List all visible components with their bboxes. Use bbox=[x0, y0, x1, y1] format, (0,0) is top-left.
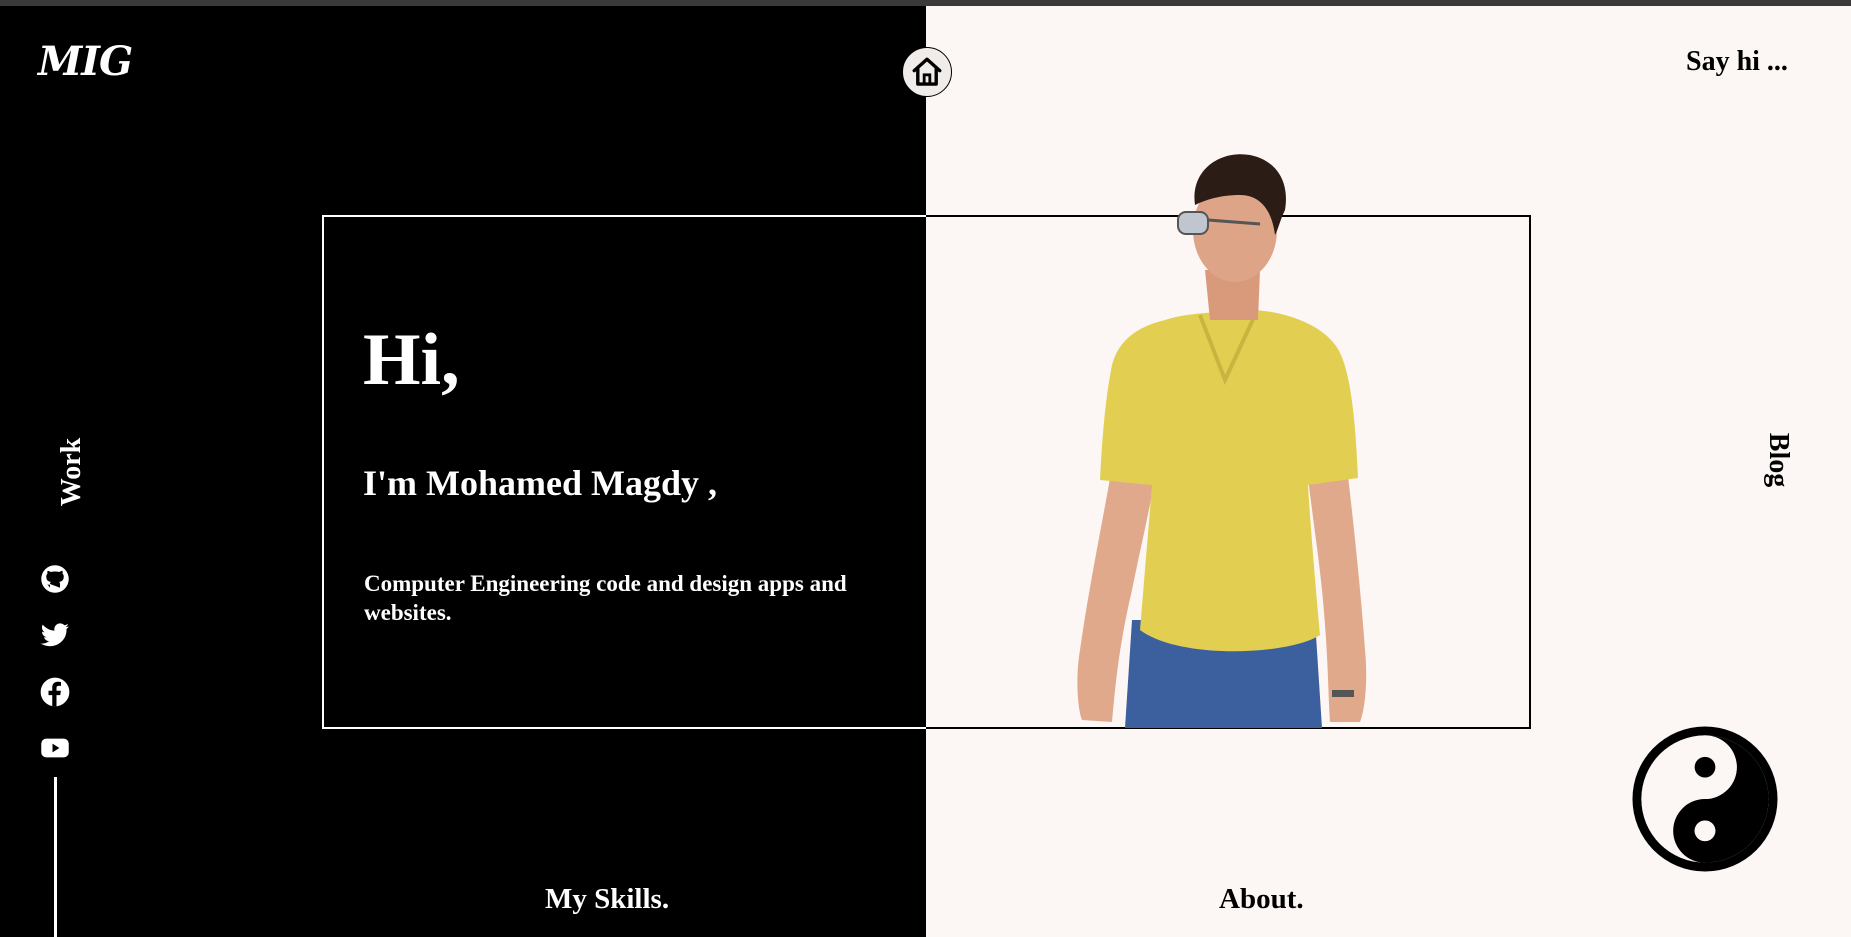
youtube-link[interactable] bbox=[40, 733, 70, 763]
youtube-icon bbox=[41, 738, 69, 758]
home-icon bbox=[912, 57, 942, 86]
twitter-icon bbox=[40, 623, 69, 647]
skills-link[interactable]: My Skills. bbox=[545, 883, 669, 916]
hero-greeting: Hi, bbox=[363, 319, 460, 401]
home-button[interactable] bbox=[902, 47, 952, 97]
yin-yang-icon[interactable] bbox=[1631, 725, 1779, 873]
about-link[interactable]: About. bbox=[1219, 883, 1304, 916]
hero-description: Computer Engineering code and design app… bbox=[364, 571, 847, 625]
facebook-icon bbox=[40, 677, 70, 707]
logo[interactable]: MIG bbox=[38, 38, 133, 85]
twitter-link[interactable] bbox=[40, 620, 70, 650]
blog-link[interactable]: Blog bbox=[1762, 433, 1794, 487]
social-divider-line bbox=[54, 777, 57, 937]
work-link[interactable]: Work bbox=[56, 438, 88, 506]
profile-photo bbox=[1077, 154, 1367, 728]
github-link[interactable] bbox=[40, 564, 70, 594]
say-hi-link[interactable]: Say hi ... bbox=[1686, 46, 1788, 78]
github-icon bbox=[41, 565, 69, 593]
facebook-link[interactable] bbox=[40, 677, 70, 707]
hero-name: I'm Mohamed Magdy , bbox=[363, 463, 717, 503]
